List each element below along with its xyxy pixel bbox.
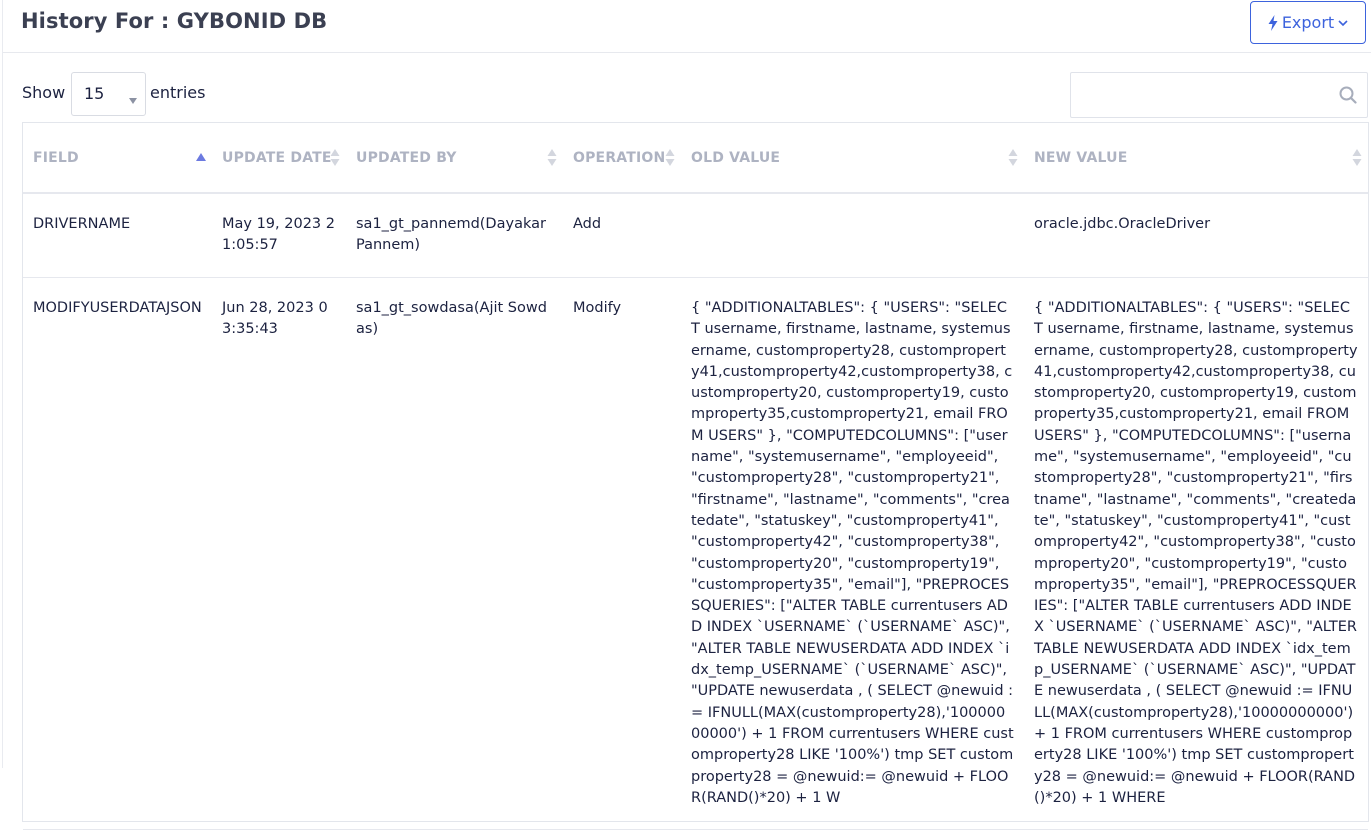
cell-new-value: oracle.jdbc.OracleDriver xyxy=(1024,193,1368,278)
column-header-old-value[interactable]: OLD VALUE xyxy=(681,123,1024,194)
entries-per-page-select[interactable]: 15 xyxy=(71,72,146,116)
sort-both-icon xyxy=(1008,149,1018,170)
panel-header: History For : GYBONID DB Export xyxy=(3,0,1371,53)
column-header-new-value[interactable]: NEW VALUE xyxy=(1024,123,1368,194)
export-button[interactable]: Export xyxy=(1250,1,1366,44)
entries-label: entries xyxy=(150,83,206,102)
cell-old-value xyxy=(681,193,1024,278)
cell-operation: Add xyxy=(563,193,681,278)
show-label: Show xyxy=(22,83,66,102)
column-header-updated-by[interactable]: UPDATED BY xyxy=(346,123,563,194)
chevron-down-icon xyxy=(1338,19,1348,27)
search-input[interactable] xyxy=(1071,73,1351,117)
dropdown-caret-icon xyxy=(129,89,137,108)
cell-old-value: { "ADDITIONALTABLES": { "USERS": "SELECT… xyxy=(681,277,1024,830)
cell-update-date: May 19, 2023 21:05:57 xyxy=(212,193,346,278)
column-header-field[interactable]: FIELD xyxy=(23,123,212,194)
history-panel: History For : GYBONID DB Export Show 15 … xyxy=(2,0,1371,830)
cell-updated-by: sa1_gt_pannemd(Dayakar Pannem) xyxy=(346,193,563,278)
column-header-update-date[interactable]: UPDATE DATE xyxy=(212,123,346,194)
cell-field: DRIVERNAME xyxy=(23,193,212,278)
column-header-operation[interactable]: OPERATION xyxy=(563,123,681,194)
history-table-container: FIELD UPDATE DATE UPDATED BY OPERATION O… xyxy=(22,122,1369,830)
sort-both-icon xyxy=(1352,149,1362,170)
cell-updated-by: sa1_gt_sowdasa(Ajit Sowdas) xyxy=(346,277,563,830)
sort-both-icon xyxy=(665,149,675,170)
table-row: MODIFYUSERDATAJSON Jun 28, 2023 03:35:43… xyxy=(23,277,1368,830)
cell-new-value: { "ADDITIONALTABLES": { "USERS": "SELECT… xyxy=(1024,277,1368,830)
page-title: History For : GYBONID DB xyxy=(21,9,328,33)
history-table: FIELD UPDATE DATE UPDATED BY OPERATION O… xyxy=(23,123,1368,830)
cell-update-date: Jun 28, 2023 03:35:43 xyxy=(212,277,346,830)
export-label: Export xyxy=(1281,13,1335,32)
cell-field: MODIFYUSERDATAJSON xyxy=(23,277,212,830)
search-icon[interactable] xyxy=(1339,86,1357,108)
table-row: DRIVERNAME May 19, 2023 21:05:57 sa1_gt_… xyxy=(23,193,1368,278)
table-header-row: FIELD UPDATE DATE UPDATED BY OPERATION O… xyxy=(23,123,1368,194)
sort-both-icon xyxy=(330,149,340,170)
sort-both-icon xyxy=(547,149,557,170)
cell-operation: Modify xyxy=(563,277,681,830)
search-box xyxy=(1070,72,1368,118)
entries-value: 15 xyxy=(84,84,105,103)
bolt-icon xyxy=(1268,14,1278,31)
sort-ascending-icon xyxy=(196,149,206,165)
